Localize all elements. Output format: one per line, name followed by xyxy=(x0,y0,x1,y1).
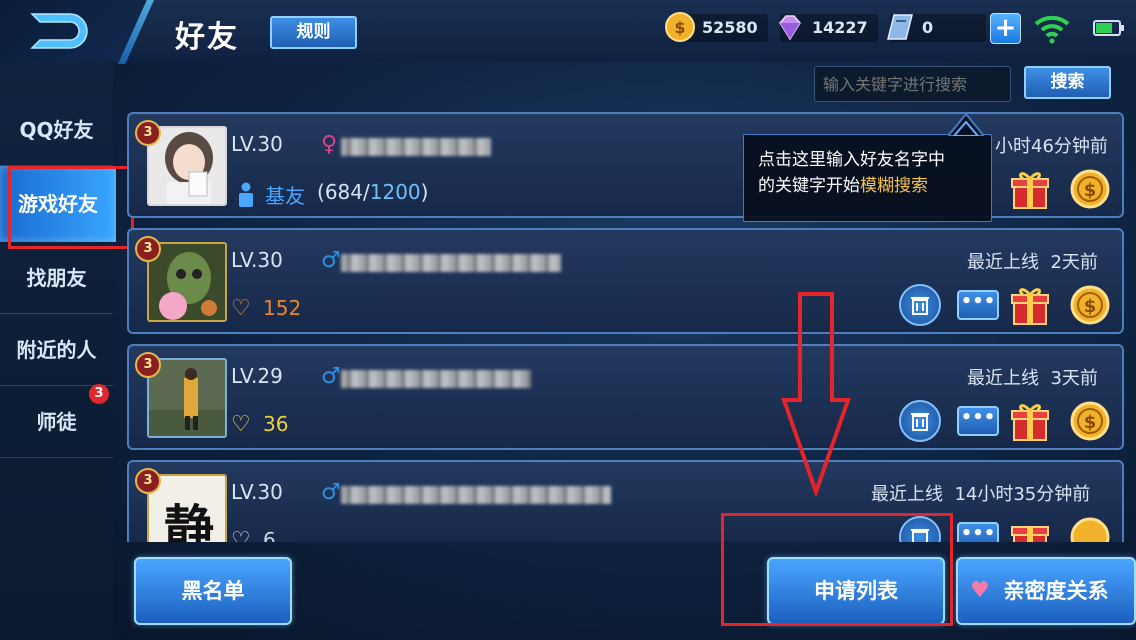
chat-button[interactable]: ••• xyxy=(957,522,999,542)
gold-value: 52580 xyxy=(702,18,758,37)
rank-badge: 3 xyxy=(135,352,161,378)
last-online-time: 小时46分钟前 xyxy=(995,136,1108,157)
diamond-value: 14227 xyxy=(812,18,868,37)
diamond-icon xyxy=(779,15,801,41)
intimacy-value: 152 xyxy=(263,296,302,320)
rules-button[interactable]: 规则 xyxy=(270,16,357,49)
sidebar-item-find-friends[interactable]: 找朋友 xyxy=(0,242,113,314)
sidebar-item-qq-friends[interactable]: QQ好友 xyxy=(0,94,113,166)
intimacy-heart-icon: ♡ xyxy=(231,296,251,321)
delete-friend-button[interactable] xyxy=(899,284,941,326)
voucher-currency: 0 xyxy=(887,14,986,42)
sidebar-item-nearby[interactable]: 附近的人 xyxy=(0,314,113,386)
heart-icon: ♥ xyxy=(970,578,990,603)
tooltip-line-2: 的关键字开始模糊搜索 xyxy=(758,176,928,196)
rank-badge: 3 xyxy=(135,468,161,494)
gold-coin-gift-icon[interactable]: $ xyxy=(1069,284,1111,326)
chat-bubble-icon: ••• xyxy=(960,523,996,543)
rank-badge: 3 xyxy=(135,120,161,146)
friend-name-redacted xyxy=(341,254,561,272)
avatar-image xyxy=(149,128,225,204)
battery-icon xyxy=(1093,20,1124,36)
intimacy-heart-icon: ♡ xyxy=(231,528,251,542)
intimacy-value: 36 xyxy=(263,412,289,436)
top-bar: 好友 规则 $ 52580 14227 0 + xyxy=(0,0,1136,64)
friend-name-redacted xyxy=(341,486,611,504)
mentor-notification-badge: 3 xyxy=(89,384,109,404)
delete-friend-button[interactable] xyxy=(899,400,941,442)
gold-coin-gift-icon[interactable]: $ xyxy=(1069,400,1111,442)
gold-coin-icon: $ xyxy=(665,12,695,42)
search-tooltip: 点击这里输入好友名字中 的关键字开始模糊搜索 xyxy=(743,134,992,222)
relation-current: 684 xyxy=(324,180,363,204)
friend-card[interactable]: 3 静 LV.30 ♂ ♡ 6 最近上线 14小时35分钟前 ••• xyxy=(127,460,1124,542)
last-online: 最近上线 2天前 xyxy=(967,252,1098,273)
back-arrow-icon xyxy=(30,13,88,49)
chat-button[interactable]: ••• xyxy=(957,406,999,436)
voucher-icon xyxy=(887,14,913,40)
friend-name-redacted xyxy=(341,370,531,388)
avatar-image: 静 xyxy=(149,476,225,542)
blacklist-button[interactable]: 黑名单 xyxy=(134,557,292,625)
add-currency-button[interactable]: + xyxy=(990,13,1021,44)
tooltip-pointer-icon xyxy=(948,112,984,136)
last-online: 最近上线 3天前 xyxy=(967,368,1098,389)
page-title: 好友 xyxy=(175,20,239,55)
friend-level: LV.30 xyxy=(231,480,283,504)
friend-card[interactable]: 3 LV.30 ♂ ♡ 152 最近上线 2天前 ••• $ xyxy=(127,228,1124,334)
search-input[interactable] xyxy=(814,66,1011,102)
relation-label: 基友 xyxy=(265,184,305,208)
svg-text:$: $ xyxy=(1084,412,1097,433)
gift-icon[interactable] xyxy=(1009,516,1051,542)
gift-icon[interactable] xyxy=(1009,400,1051,442)
friend-name-redacted xyxy=(341,138,491,156)
gift-icon[interactable] xyxy=(1009,284,1051,326)
voucher-value: 0 xyxy=(922,18,934,37)
svg-text:$: $ xyxy=(1084,180,1097,201)
diamond-currency: 14227 xyxy=(779,14,878,42)
female-icon: ♀ xyxy=(321,132,338,157)
person-icon xyxy=(239,182,253,207)
highlight-box-request-list xyxy=(721,513,953,626)
relation-max: 1200 xyxy=(369,180,421,204)
last-online: 最近上线 14小时35分钟前 xyxy=(871,484,1091,505)
avatar-image xyxy=(149,360,225,436)
svg-text:$: $ xyxy=(1084,296,1097,317)
chat-bubble-icon: ••• xyxy=(960,407,996,428)
gold-currency: $ 52580 xyxy=(665,12,768,42)
intimacy-relation-button[interactable]: ♥ 亲密度关系 xyxy=(956,557,1136,625)
friend-level: LV.30 xyxy=(231,248,283,272)
male-icon: ♂ xyxy=(321,248,341,273)
highlight-box-game-friends xyxy=(8,166,134,249)
svg-text:静: 静 xyxy=(164,499,214,542)
gold-coin-gift-icon[interactable]: $ xyxy=(1069,168,1111,210)
friend-level: LV.29 xyxy=(231,364,283,388)
chat-button[interactable]: ••• xyxy=(957,290,999,320)
wifi-icon xyxy=(1034,15,1070,44)
avatar-image xyxy=(149,244,225,320)
male-icon: ♂ xyxy=(321,364,341,389)
svg-text:$: $ xyxy=(674,18,685,37)
intimacy-value: 6 xyxy=(263,528,276,542)
gift-icon[interactable] xyxy=(1009,168,1051,210)
trash-icon xyxy=(911,413,929,431)
rank-badge: 3 xyxy=(135,236,161,262)
chat-bubble-icon: ••• xyxy=(960,291,996,312)
gold-coin-gift-icon[interactable] xyxy=(1069,516,1111,542)
search-button[interactable]: 搜索 xyxy=(1024,66,1111,99)
intimacy-heart-icon: ♡ xyxy=(231,412,251,437)
annotation-down-arrow xyxy=(781,292,851,496)
male-icon: ♂ xyxy=(321,480,341,505)
friend-level: LV.30 xyxy=(231,132,283,156)
friend-card[interactable]: 3 LV.29 ♂ ♡ 36 最近上线 3天前 ••• $ xyxy=(127,344,1124,450)
sidebar: QQ好友 游戏好友 找朋友 附近的人 师徒 xyxy=(0,62,116,640)
tooltip-line-1: 点击这里输入好友名字中 xyxy=(758,150,945,170)
trash-icon xyxy=(911,297,929,315)
relation-progress: (684/1200) xyxy=(317,180,429,204)
